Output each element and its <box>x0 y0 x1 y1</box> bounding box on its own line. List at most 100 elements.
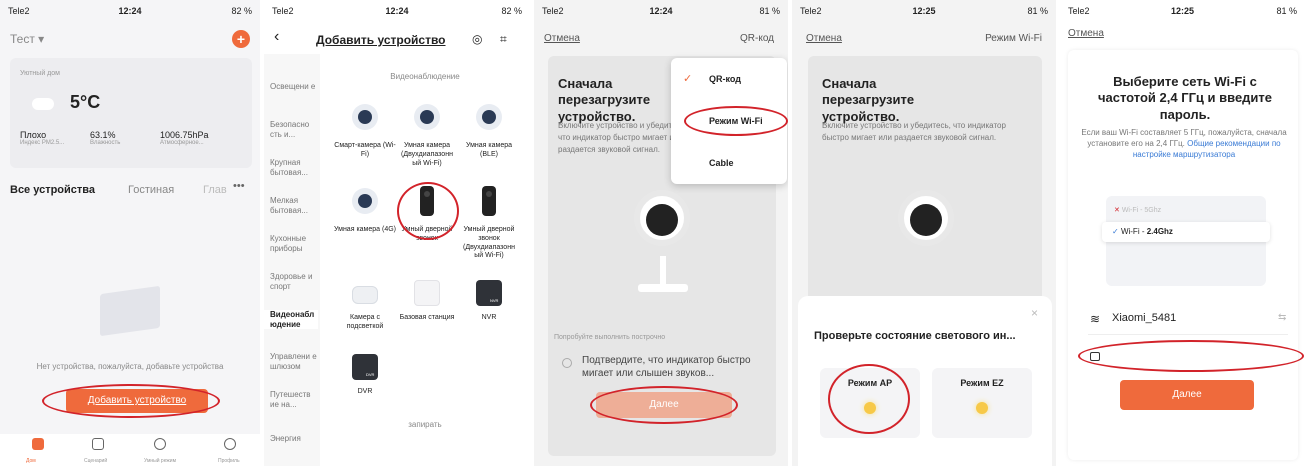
clock: 12:24 <box>118 6 142 16</box>
screen-wifi-select: Tele2 12:25 81 % Отмена Выберите сеть Wi… <box>1060 0 1305 466</box>
profile-icon[interactable] <box>224 438 236 450</box>
nav-home[interactable]: Дом <box>26 458 36 464</box>
category-item[interactable]: Безопасно сть и... <box>264 120 318 139</box>
sheet-title: Проверьте состояние светового ин... <box>814 330 1016 342</box>
camera-icon[interactable] <box>476 104 502 130</box>
cross-icon: ✕ <box>1114 207 1120 214</box>
screen-add-device: Tele2 12:24 82 % ‹ Добавить устройство ◎… <box>264 0 532 466</box>
device-label[interactable]: Умная камера (BLE) <box>458 142 520 160</box>
annotation-oval <box>590 386 738 424</box>
category-item[interactable]: Энергия <box>264 434 318 444</box>
dvr-icon[interactable]: DVR <box>352 354 378 380</box>
close-icon[interactable]: × <box>1031 306 1038 320</box>
confirm-checkbox[interactable] <box>562 358 572 368</box>
tab-living-room[interactable]: Гостиная <box>128 184 174 196</box>
category-item[interactable]: Кухонные приборы <box>264 234 318 253</box>
cancel-link[interactable]: Отмена <box>1068 28 1104 39</box>
mode-switch[interactable]: QR-код <box>740 33 774 44</box>
nav-smart[interactable]: Умный режим <box>144 458 176 464</box>
weather-card: Уютный дом 5°C Плохо Индекс PM2.5... 63.1… <box>10 58 252 168</box>
light-icon <box>976 402 988 414</box>
screen-home: Tele2 12:24 82 % Тест ▾ + Уютный дом 5°C… <box>0 0 262 466</box>
stat-value: 63.1% <box>90 130 116 140</box>
scan-icon[interactable]: ⌗ <box>500 32 507 47</box>
tab-main[interactable]: Глав <box>203 184 227 196</box>
base-station-icon[interactable] <box>414 280 440 306</box>
menu-item-qr[interactable]: QR-код <box>709 74 741 84</box>
clock: 12:24 <box>649 6 673 16</box>
category-item[interactable]: Освещени е <box>264 82 318 92</box>
stat-value: 1006.75hPa <box>160 130 209 140</box>
home-selector[interactable]: Тест ▾ <box>10 32 44 46</box>
device-label[interactable]: Смарт-камера (Wi-Fi) <box>334 142 396 160</box>
tab-all-devices[interactable]: Все устройства <box>10 184 95 196</box>
category-item[interactable]: Крупная бытовая... <box>264 158 318 177</box>
temperature: 5°C <box>70 92 101 112</box>
page-title: Добавить устройство <box>316 33 446 47</box>
stat-label: Атмосферное... <box>160 140 204 146</box>
wifi-title: Выберите сеть Wi-Fi с частотой 2,4 ГГц и… <box>1097 74 1273 122</box>
status-bar: Tele2 12:25 81 % <box>792 0 1056 22</box>
add-icon[interactable]: + <box>232 30 250 48</box>
annotation-oval <box>684 106 788 136</box>
category-item[interactable]: Путешеств ие на... <box>264 390 318 409</box>
nav-profile[interactable]: Профиль <box>218 458 240 464</box>
more-icon[interactable]: ••• <box>233 180 245 192</box>
screen-reset-qr: Tele2 12:24 81 % Отмена QR-код Сначала п… <box>534 0 790 466</box>
scene-icon[interactable] <box>92 438 104 450</box>
device-label[interactable]: NVR <box>458 314 520 323</box>
home-label: Уютный дом <box>20 70 60 77</box>
doorbell-icon[interactable] <box>482 186 496 216</box>
clock: 12:25 <box>912 6 936 16</box>
next-button[interactable]: Далее <box>1120 380 1254 410</box>
switch-network-icon[interactable]: ⇆ <box>1278 312 1286 323</box>
battery: 82 % <box>501 6 522 16</box>
device-label[interactable]: Умная камера (4G) <box>334 226 396 235</box>
at-icon[interactable]: ◎ <box>472 32 482 46</box>
status-bar: Tele2 12:24 81 % <box>534 0 788 22</box>
status-bar: Tele2 12:25 81 % <box>1060 0 1305 22</box>
menu-item-cable[interactable]: Cable <box>709 158 734 168</box>
camera-icon[interactable] <box>352 104 378 130</box>
bad-network: ✕ Wi-Fi - 5Ghz <box>1114 206 1161 214</box>
wifi-icon: ≋ <box>1090 312 1101 326</box>
category-item[interactable]: Здоровье и спорт <box>264 272 318 291</box>
wifi-ssid[interactable]: Xiaomi_5481 <box>1112 312 1176 324</box>
battery: 82 % <box>231 6 252 16</box>
section-title: Видеонаблюдение <box>390 72 460 81</box>
nvr-icon[interactable]: NVR <box>476 280 502 306</box>
mode-switch[interactable]: Режим Wi-Fi <box>985 33 1042 44</box>
category-item-video[interactable]: Видеонабл юдение <box>264 310 318 330</box>
good-network: ✓ Wi-Fi - 2.4Ghz <box>1102 222 1270 242</box>
option-ez[interactable]: Режим EZ <box>932 368 1032 438</box>
battery: 81 % <box>1027 6 1048 16</box>
divider <box>1088 334 1288 335</box>
back-icon[interactable]: ‹ <box>274 28 279 46</box>
reset-heading: Сначала перезагрузите устройство. <box>558 76 651 124</box>
cancel-link[interactable]: Отмена <box>544 33 580 44</box>
clock: 12:25 <box>1170 6 1195 16</box>
annotation-oval <box>42 384 220 418</box>
clock: 12:24 <box>385 6 409 16</box>
annotation-oval <box>828 364 910 434</box>
camera-icon[interactable] <box>414 104 440 130</box>
smart-icon[interactable] <box>154 438 166 450</box>
camera-icon[interactable] <box>352 188 378 214</box>
device-label[interactable]: Камера с подсветкой <box>334 314 396 332</box>
device-label[interactable]: Умная камера (Двухдиапазонн ый Wi-Fi) <box>396 142 458 168</box>
status-bar: Tele2 12:24 82 % <box>264 0 530 22</box>
nav-scene[interactable]: Сценарий <box>84 458 107 464</box>
empty-box-icon <box>100 285 160 337</box>
home-icon[interactable] <box>32 438 44 450</box>
good-network-label: 2.4Ghz <box>1146 227 1173 236</box>
device-label[interactable]: Базовая станция <box>396 314 458 323</box>
category-item[interactable]: Управлени е шлюзом <box>264 352 318 371</box>
camera-illustration <box>888 190 968 290</box>
bottom-nav: Дом Сценарий Умный режим Профиль <box>0 434 260 466</box>
device-label[interactable]: DVR <box>334 388 396 397</box>
category-item[interactable]: Мелкая бытовая... <box>264 196 318 215</box>
floodlight-camera-icon[interactable] <box>352 286 378 304</box>
device-label[interactable]: Умный дверной звонок (Двухдиапазонн ый W… <box>458 226 520 261</box>
cancel-link[interactable]: Отмена <box>806 33 842 44</box>
reset-description: Включите устройство и убедитесь, что инд… <box>822 121 1006 142</box>
